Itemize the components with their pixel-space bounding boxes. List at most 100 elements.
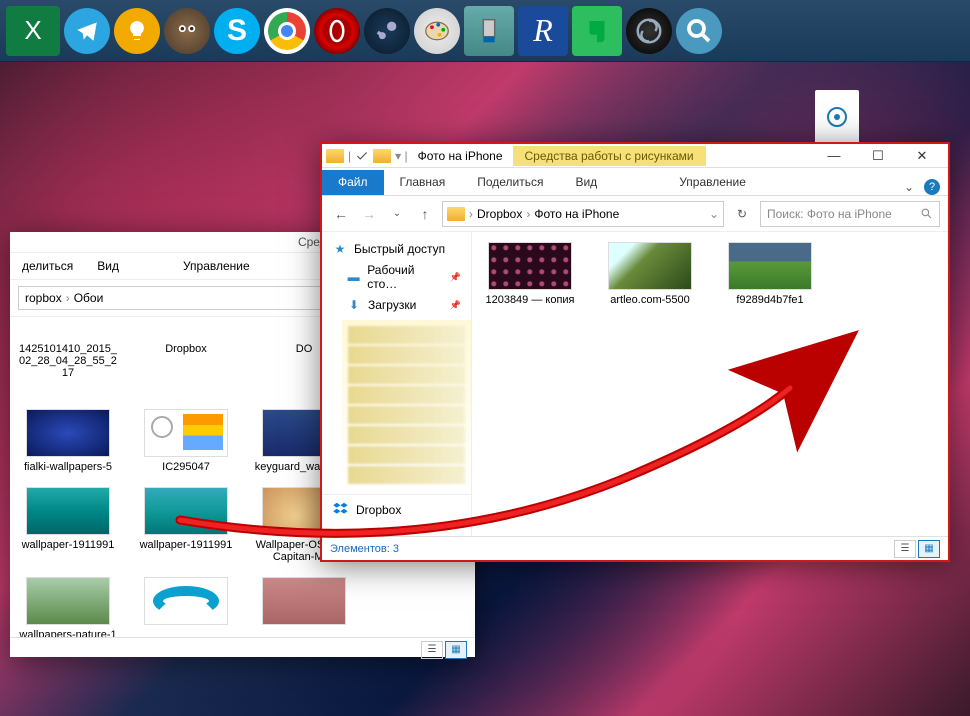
folder-icon xyxy=(373,149,391,163)
star-icon: ★ xyxy=(332,241,348,257)
thumbnail xyxy=(26,577,110,625)
thumbnail xyxy=(608,242,692,290)
taskbar-icon-revo[interactable]: R xyxy=(518,6,568,56)
thumbnail xyxy=(26,409,110,457)
explorer-window-iphone-photos[interactable]: | ▾ | Фото на iPhone Средства работы с р… xyxy=(320,142,950,562)
breadcrumb-segment[interactable]: Обои xyxy=(74,291,104,305)
view-details-button[interactable]: ☰ xyxy=(421,641,443,659)
desktop-file-icon[interactable] xyxy=(810,90,864,146)
ribbon-tab-file[interactable]: Файл xyxy=(322,170,384,195)
file-label: IC295047 xyxy=(162,461,210,473)
check-icon xyxy=(355,149,369,163)
file-item[interactable]: wallpaper-1911991 xyxy=(136,487,236,563)
breadcrumb-segment[interactable]: Фото на iPhone xyxy=(534,207,619,221)
file-grid: 1203849 — копия artleo.com-5500 f9289d4b… xyxy=(472,232,948,536)
ribbon-tab-manage[interactable]: Управление xyxy=(183,259,250,273)
up-button[interactable]: ↑ xyxy=(414,203,436,225)
thumbnail xyxy=(26,487,110,535)
taskbar-icon-opera[interactable] xyxy=(314,8,360,54)
taskbar-icon-steam[interactable] xyxy=(364,8,410,54)
file-item[interactable]: f9289d4b7fe1 xyxy=(720,242,820,306)
sidebar-dropbox[interactable]: Dropbox xyxy=(322,494,471,525)
taskbar-icon-obs[interactable] xyxy=(626,8,672,54)
close-button[interactable]: ✕ xyxy=(900,144,944,168)
sidebar-folder-list xyxy=(342,320,471,490)
status-bar: ☰ ▦ xyxy=(10,637,475,661)
back-button[interactable]: ← xyxy=(330,203,352,225)
taskbar: X S R xyxy=(0,0,970,62)
file-label: artleo.com-5500 xyxy=(610,294,690,306)
file-label: wallpaper-1911991 xyxy=(22,539,115,551)
taskbar-icon-tips[interactable] xyxy=(114,8,160,54)
file-label: 1203849 — копия xyxy=(485,294,574,306)
file-item[interactable]: fialki-wallpapers-5 xyxy=(18,409,118,473)
tools-context-label: Средства работы с рисунками xyxy=(513,146,706,166)
thumbnail xyxy=(728,242,812,290)
taskbar-icon-skype[interactable]: S xyxy=(214,8,260,54)
file-item[interactable]: wallpapers-nature-1 xyxy=(18,577,118,637)
ribbon: Файл Главная Поделиться Вид Управление ⌄… xyxy=(322,168,948,196)
thumbnail xyxy=(262,577,346,625)
file-icon xyxy=(815,90,859,144)
file-item[interactable]: 1425101410_2015_02_28_04_28_55_217 xyxy=(18,325,118,379)
thumbnail xyxy=(488,242,572,290)
forward-button[interactable]: → xyxy=(358,203,380,225)
ribbon-expand-icon[interactable]: ⌄ xyxy=(904,180,914,194)
taskbar-icon-excel[interactable]: X xyxy=(6,6,60,56)
file-label: fialki-wallpapers-5 xyxy=(24,461,112,473)
taskbar-icon-chrome[interactable] xyxy=(264,8,310,54)
ribbon-tab-home[interactable]: Главная xyxy=(384,170,462,195)
ribbon-tab-manage[interactable]: Управление xyxy=(663,170,762,195)
thumbnail xyxy=(144,487,228,535)
search-input[interactable]: Поиск: Фото на iPhone xyxy=(760,201,940,227)
search-icon xyxy=(920,207,933,220)
breadcrumb-segment[interactable]: Dropbox xyxy=(477,207,522,221)
recent-button[interactable]: ⌄ xyxy=(386,203,408,225)
view-details-button[interactable]: ☰ xyxy=(894,540,916,558)
dropbox-icon xyxy=(332,501,350,519)
taskbar-icon-search[interactable] xyxy=(676,8,722,54)
folder-icon xyxy=(447,207,465,221)
nav-toolbar: ← → ⌄ ↑ › Dropbox › Фото на iPhone ⌄ ↻ П… xyxy=(322,196,948,232)
sidebar-downloads[interactable]: ⬇ Загрузки 📌 xyxy=(322,294,471,316)
file-item[interactable]: artleo.com-5500 xyxy=(600,242,700,306)
thumbnail xyxy=(144,577,228,625)
file-item[interactable]: wallpaper-1911991 xyxy=(18,487,118,563)
address-bar[interactable]: › Dropbox › Фото на iPhone ⌄ xyxy=(442,201,724,227)
file-item[interactable]: IC295047 xyxy=(136,409,236,473)
file-label: DO xyxy=(296,343,313,355)
search-placeholder: Поиск: Фото на iPhone xyxy=(767,207,892,221)
taskbar-icon-paint[interactable] xyxy=(414,8,460,54)
sidebar-desktop[interactable]: ▬ Рабочий сто… 📌 xyxy=(322,260,471,294)
file-label: wallpaper-1911991 xyxy=(140,539,233,551)
view-thumbnails-button[interactable]: ▦ xyxy=(445,641,467,659)
sidebar-quick-access[interactable]: ★ Быстрый доступ xyxy=(322,238,471,260)
taskbar-icon-gimp[interactable] xyxy=(164,8,210,54)
ribbon-tab-view[interactable]: Вид xyxy=(97,259,119,273)
file-item[interactable] xyxy=(254,577,354,637)
refresh-button[interactable]: ↻ xyxy=(730,202,754,226)
minimize-button[interactable]: — xyxy=(812,144,856,168)
file-item[interactable]: Dropbox xyxy=(136,325,236,379)
item-count: Элементов: 3 xyxy=(330,543,399,555)
window-title: Фото на iPhone xyxy=(418,149,503,163)
file-label: wallpapers-nature-1 xyxy=(19,629,116,637)
help-button[interactable]: ? xyxy=(924,179,940,195)
desktop-icon: ▬ xyxy=(346,269,361,285)
file-item[interactable]: 1203849 — копия xyxy=(480,242,580,306)
ribbon-tab-share[interactable]: Поделиться xyxy=(461,170,559,195)
file-item[interactable] xyxy=(136,577,236,637)
file-label: f9289d4b7fe1 xyxy=(736,294,803,306)
view-thumbnails-button[interactable]: ▦ xyxy=(918,540,940,558)
ribbon-tab-view[interactable]: Вид xyxy=(559,170,613,195)
download-icon: ⬇ xyxy=(346,297,362,313)
maximize-button[interactable]: ☐ xyxy=(856,144,900,168)
titlebar[interactable]: | ▾ | Фото на iPhone Средства работы с р… xyxy=(322,144,948,168)
taskbar-icon-rufus[interactable] xyxy=(464,6,514,56)
thumbnail xyxy=(144,409,228,457)
breadcrumb-segment[interactable]: ropbox xyxy=(25,291,62,305)
file-label: 1425101410_2015_02_28_04_28_55_217 xyxy=(18,343,118,379)
taskbar-icon-evernote[interactable] xyxy=(572,6,622,56)
taskbar-icon-telegram[interactable] xyxy=(64,8,110,54)
ribbon-tab-share[interactable]: делиться xyxy=(22,259,73,273)
